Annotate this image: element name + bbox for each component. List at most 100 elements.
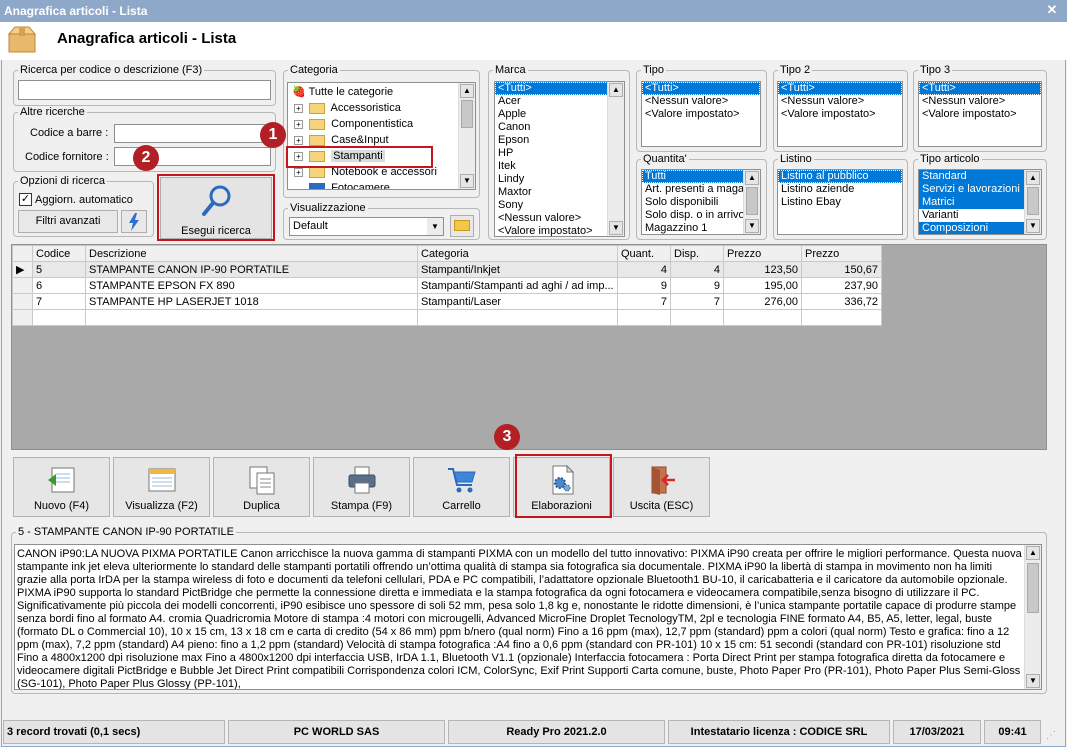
tree-item-label: Case&Input <box>331 134 389 146</box>
list-item[interactable]: Sony <box>495 199 624 212</box>
tree-item-root[interactable]: 🍓 Tutte le categorie <box>292 85 393 100</box>
lightning-button[interactable] <box>121 210 147 233</box>
print-button[interactable]: Stampa (F9) <box>313 457 410 517</box>
category-tree[interactable]: 🍓 Tutte le categorie + Accessoristica + … <box>287 82 476 190</box>
tree-item-accessoristica[interactable]: + Accessoristica <box>294 101 401 116</box>
tree-item-componentistica[interactable]: + Componentistica <box>294 117 413 132</box>
quantity-list[interactable]: Tutti Art. presenti a magazzino Solo dis… <box>641 169 761 235</box>
type2-list[interactable]: <Tutti> <Nessun valore> <Valore impostat… <box>777 81 903 147</box>
table-row[interactable]: 6 STAMPANTE EPSON FX 890 Stampanti/Stamp… <box>12 277 882 294</box>
list-item[interactable]: <Tutti> <box>919 82 1041 95</box>
list-item[interactable]: <Valore impostato> <box>778 108 902 121</box>
scroll-up-icon[interactable]: ▲ <box>1026 171 1040 185</box>
scroll-thumb[interactable] <box>746 187 758 215</box>
list-item[interactable]: <Nessun valore> <box>495 212 624 225</box>
table-row-empty[interactable] <box>12 309 882 326</box>
scroll-up-icon[interactable]: ▲ <box>609 83 623 97</box>
column-header[interactable]: Prezzo <box>723 245 802 262</box>
new-button[interactable]: Nuovo (F4) <box>13 457 110 517</box>
list-item[interactable]: <Nessun valore> <box>642 95 760 108</box>
list-item[interactable]: Listino aziende <box>778 183 902 196</box>
list-item[interactable]: HP <box>495 147 624 160</box>
list-item[interactable]: Acer <box>495 95 624 108</box>
list-item[interactable]: <Valore impostato> <box>642 108 760 121</box>
tree-item-fotocamere[interactable]: Fotocamere <box>294 181 390 189</box>
scroll-up-icon[interactable]: ▲ <box>745 171 759 185</box>
list-item[interactable]: Epson <box>495 134 624 147</box>
list-item[interactable]: <Valore impostato> <box>919 108 1041 121</box>
scroll-down-icon[interactable]: ▼ <box>1026 219 1040 233</box>
view-select[interactable]: Default ▼ <box>289 217 444 236</box>
list-item[interactable]: Listino al pubblico <box>778 170 902 183</box>
type3-list[interactable]: <Tutti> <Nessun valore> <Valore impostat… <box>918 81 1042 147</box>
expand-icon[interactable]: + <box>294 136 303 145</box>
table-cell: 150,67 <box>801 261 882 278</box>
expand-icon[interactable]: + <box>294 168 303 177</box>
list-item[interactable]: Listino Ebay <box>778 196 902 209</box>
advanced-filters-button[interactable]: Filtri avanzati <box>18 210 118 233</box>
expand-icon[interactable]: + <box>294 104 303 113</box>
list-item[interactable]: <Nessun valore> <box>778 95 902 108</box>
open-folder-button[interactable] <box>450 215 474 237</box>
article-type-list[interactable]: Standard Servizi e lavorazioni Matrici V… <box>918 169 1042 235</box>
column-header[interactable]: Prezzo <box>801 245 882 262</box>
list-item[interactable]: <Valore impostato> <box>495 225 624 236</box>
scroll-down-icon[interactable]: ▼ <box>1026 674 1040 688</box>
resize-grip-icon[interactable]: ⋰ <box>1046 730 1060 744</box>
table-row[interactable]: 7 STAMPANTE HP LASERJET 1018 Stampanti/L… <box>12 293 882 310</box>
scroll-down-icon[interactable]: ▼ <box>460 174 474 188</box>
scroll-down-icon[interactable]: ▼ <box>609 221 623 235</box>
row-pointer-icon: ▶ <box>12 261 33 278</box>
list-item[interactable]: Itek <box>495 160 624 173</box>
column-header[interactable]: Codice <box>32 245 86 262</box>
folder-icon <box>309 118 326 130</box>
list-item[interactable]: Composizioni <box>919 222 1041 234</box>
list-item[interactable]: Apple <box>495 108 624 121</box>
list-item[interactable]: <Tutti> <box>642 82 760 95</box>
auto-update-checkbox[interactable]: ✓ <box>19 193 32 206</box>
expand-icon[interactable]: + <box>294 120 303 129</box>
close-icon[interactable]: ✕ <box>1045 3 1059 17</box>
pricelist-list[interactable]: Listino al pubblico Listino aziende List… <box>777 169 903 235</box>
scroll-down-icon[interactable]: ▼ <box>745 219 759 233</box>
duplicate-button[interactable]: Duplica <box>213 457 310 517</box>
scroll-thumb[interactable] <box>461 100 473 128</box>
column-header[interactable]: Disp. <box>670 245 724 262</box>
search-input[interactable] <box>18 80 271 100</box>
list-item[interactable]: Matrici <box>919 196 1041 209</box>
list-item[interactable]: Standard <box>919 170 1041 183</box>
column-header[interactable]: Quant. <box>617 245 671 262</box>
list-item[interactable]: <Tutti> <box>778 82 902 95</box>
scroll-thumb[interactable] <box>1027 563 1039 613</box>
scroll-thumb[interactable] <box>1027 187 1039 215</box>
column-header[interactable]: Descrizione <box>85 245 418 262</box>
articles-grid[interactable]: Codice Descrizione Categoria Quant. Disp… <box>11 244 1047 450</box>
view-button[interactable]: Visualizza (F2) <box>113 457 210 517</box>
exit-icon <box>651 466 675 495</box>
list-item[interactable]: Varianti <box>919 209 1041 222</box>
article-type-scrollbar[interactable]: ▲ ▼ <box>1024 170 1041 234</box>
list-item[interactable]: Canon <box>495 121 624 134</box>
scroll-up-icon[interactable]: ▲ <box>460 84 474 98</box>
list-item[interactable]: Lindy <box>495 173 624 186</box>
list-item[interactable]: <Nessun valore> <box>919 95 1041 108</box>
list-item[interactable]: Maxtor <box>495 186 624 199</box>
detail-textarea[interactable]: CANON iP90:LA NUOVA PIXMA PORTATILE Cano… <box>14 544 1042 690</box>
column-header[interactable]: Categoria <box>417 245 618 262</box>
detail-scrollbar[interactable]: ▲ ▼ <box>1024 545 1041 689</box>
brand-scrollbar[interactable]: ▲ ▼ <box>607 82 624 236</box>
quantity-scrollbar[interactable]: ▲ ▼ <box>743 170 760 234</box>
table-row[interactable]: ▶ 5 STAMPANTE CANON IP-90 PORTATILE Stam… <box>12 261 882 278</box>
cart-button[interactable]: Carrello <box>413 457 510 517</box>
tree-item-label: Accessoristica <box>330 102 401 114</box>
list-item[interactable]: <Tutti> <box>495 82 624 95</box>
brand-list[interactable]: <Tutti> Acer Apple Canon Epson HP Itek L… <box>494 81 625 237</box>
list-item[interactable]: Servizi e lavorazioni <box>919 183 1041 196</box>
barcode-input[interactable] <box>114 124 271 143</box>
duplicate-icon <box>249 466 275 495</box>
scroll-up-icon[interactable]: ▲ <box>1026 546 1040 560</box>
exit-button[interactable]: Uscita (ESC) <box>613 457 710 517</box>
type-list[interactable]: <Tutti> <Nessun valore> <Valore impostat… <box>641 81 761 147</box>
category-scrollbar[interactable]: ▲ ▼ <box>458 83 475 189</box>
table-cell: Stampanti/Stampanti ad aghi / ad imp... <box>417 277 618 294</box>
